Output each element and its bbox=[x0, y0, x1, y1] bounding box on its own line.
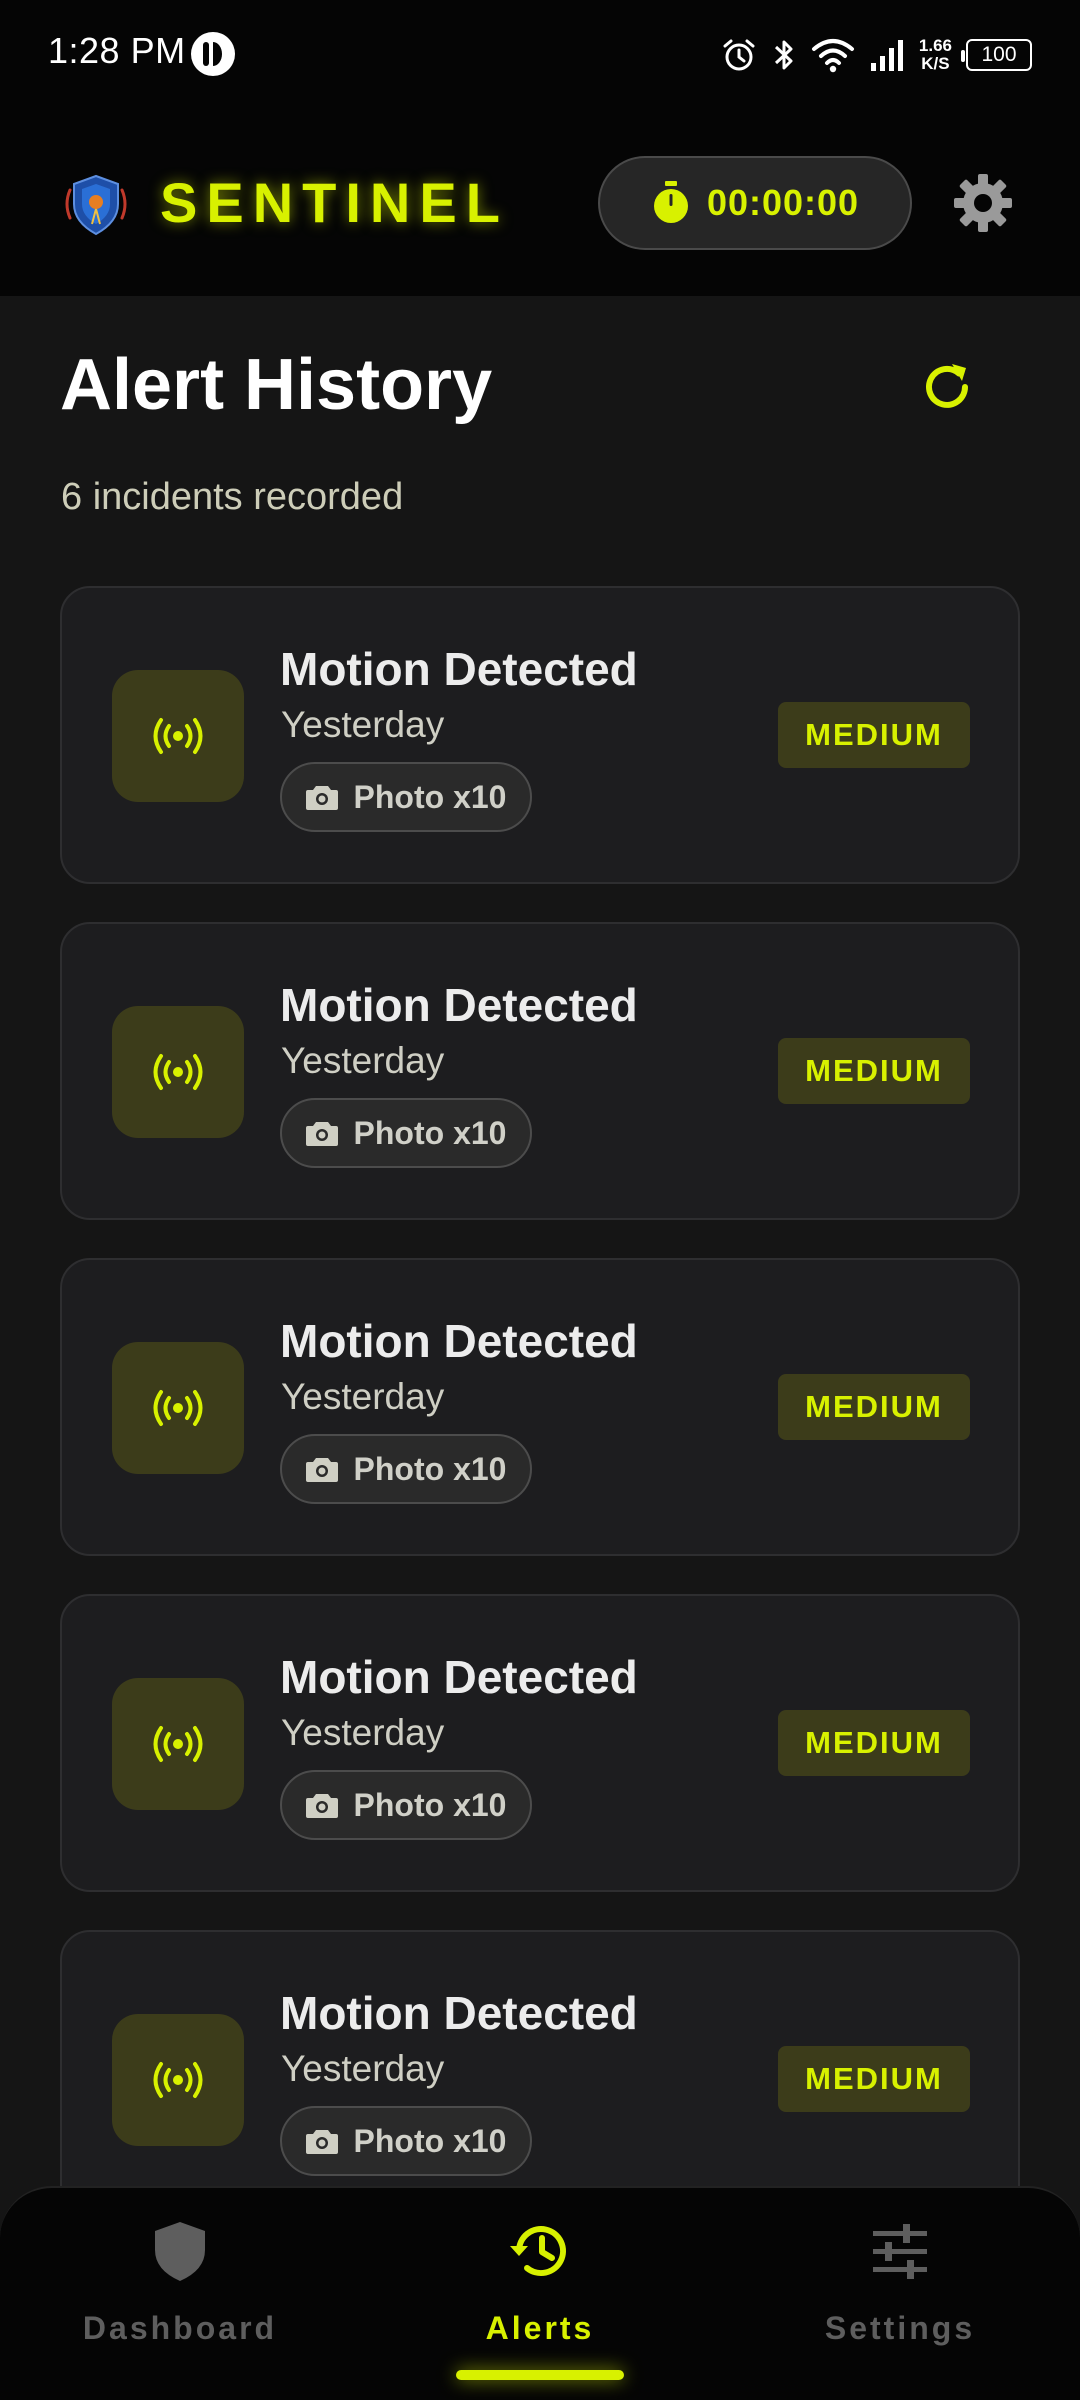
alert-history-screen: Alert History 6 incidents recorded Motio… bbox=[0, 296, 1080, 2400]
nav-item-settings[interactable]: Settings bbox=[750, 2218, 1050, 2368]
alarm-icon bbox=[723, 39, 755, 71]
alert-icon-box bbox=[112, 1678, 244, 1810]
alert-title: Motion Detected bbox=[280, 1651, 638, 1703]
photo-attachment-chip[interactable]: Photo x10 bbox=[280, 2106, 532, 2176]
battery-icon: 100 bbox=[961, 39, 1032, 71]
sliders-icon bbox=[873, 2224, 927, 2279]
nav-item-alerts[interactable]: Alerts bbox=[390, 2218, 690, 2368]
stopwatch-icon bbox=[653, 181, 688, 223]
photo-attachment-chip[interactable]: Photo x10 bbox=[280, 762, 532, 832]
severity-badge: MEDIUM bbox=[778, 1710, 970, 1776]
alert-time: Yesterday bbox=[281, 1376, 445, 1417]
photo-chip-label: Photo x10 bbox=[353, 1114, 507, 1151]
camera-icon bbox=[305, 786, 338, 810]
shield-icon bbox=[155, 2222, 205, 2281]
motion-sensor-icon bbox=[153, 1390, 203, 1426]
camera-icon bbox=[305, 1794, 338, 1818]
alert-title: Motion Detected bbox=[280, 643, 638, 695]
history-icon bbox=[510, 2226, 566, 2277]
severity-badge: MEDIUM bbox=[778, 1038, 970, 1104]
nav-label: Alerts bbox=[485, 2310, 595, 2346]
camera-icon bbox=[305, 1122, 338, 1146]
status-time: 1:28 PM bbox=[48, 30, 186, 71]
photo-chip-label: Photo x10 bbox=[353, 1450, 507, 1487]
motion-sensor-icon bbox=[153, 1054, 203, 1090]
incident-count: 6 incidents recorded bbox=[61, 476, 404, 518]
photo-chip-label: Photo x10 bbox=[353, 1786, 507, 1823]
severity-badge: MEDIUM bbox=[778, 1374, 970, 1440]
signal-icon bbox=[870, 40, 903, 71]
alert-title: Motion Detected bbox=[280, 979, 638, 1031]
camera-icon bbox=[305, 1458, 338, 1482]
network-speed: 1.66 K/S bbox=[919, 37, 952, 73]
page-title: Alert History bbox=[60, 345, 493, 425]
motion-sensor-icon bbox=[153, 2062, 203, 2098]
net-speed-unit: K/S bbox=[921, 54, 950, 73]
active-tab-indicator bbox=[456, 2370, 624, 2380]
alert-time: Yesterday bbox=[281, 704, 445, 745]
nav-item-dashboard[interactable]: Dashboard bbox=[30, 2218, 330, 2368]
bottom-navigation: Dashboard Alerts Settings bbox=[0, 2186, 1080, 2400]
alert-title: Motion Detected bbox=[280, 1987, 638, 2039]
alert-card[interactable]: Motion Detected Yesterday Photo x10 MEDI… bbox=[60, 922, 1020, 1220]
camera-icon bbox=[305, 2130, 338, 2154]
battery-level: 100 bbox=[981, 43, 1017, 66]
app-header: SENTINEL 00:00:00 bbox=[0, 110, 1080, 296]
nav-label: Settings bbox=[824, 2310, 976, 2346]
alert-card[interactable]: Motion Detected Yesterday Photo x10 MEDI… bbox=[60, 1258, 1020, 1556]
photo-attachment-chip[interactable]: Photo x10 bbox=[280, 1770, 532, 1840]
alert-time: Yesterday bbox=[281, 1040, 445, 1081]
photo-attachment-chip[interactable]: Photo x10 bbox=[280, 1098, 532, 1168]
alert-card[interactable]: Motion Detected Yesterday Photo x10 MEDI… bbox=[60, 586, 1020, 884]
wifi-icon bbox=[811, 39, 854, 73]
bluetooth-icon bbox=[774, 40, 793, 70]
brand-name: SENTINEL bbox=[160, 171, 509, 234]
status-icons: 1.66 K/S 100 bbox=[721, 30, 1032, 80]
alert-icon-box bbox=[112, 670, 244, 802]
alert-icon-box bbox=[112, 1342, 244, 1474]
gear-icon[interactable] bbox=[952, 172, 1014, 234]
photo-chip-label: Photo x10 bbox=[353, 778, 507, 815]
severity-badge: MEDIUM bbox=[778, 702, 970, 768]
alert-icon-box bbox=[112, 1006, 244, 1138]
net-speed-value: 1.66 bbox=[918, 36, 952, 55]
photo-chip-label: Photo x10 bbox=[353, 2122, 507, 2159]
sentinel-logo-icon bbox=[65, 174, 127, 236]
session-timer[interactable]: 00:00:00 bbox=[598, 156, 912, 250]
alert-time: Yesterday bbox=[281, 1712, 445, 1753]
refresh-icon[interactable] bbox=[916, 356, 978, 418]
alert-card[interactable]: Motion Detected Yesterday Photo x10 MEDI… bbox=[60, 1594, 1020, 1892]
app-notification-icon bbox=[191, 32, 235, 76]
photo-attachment-chip[interactable]: Photo x10 bbox=[280, 1434, 532, 1504]
timer-text: 00:00:00 bbox=[706, 182, 860, 223]
status-bar: 1:28 PM 1.66 K/S 100 bbox=[0, 0, 1080, 110]
severity-badge: MEDIUM bbox=[778, 2046, 970, 2112]
nav-label: Dashboard bbox=[82, 2310, 278, 2346]
alert-card[interactable]: Motion Detected Yesterday Photo x10 MEDI… bbox=[60, 1930, 1020, 2228]
motion-sensor-icon bbox=[153, 718, 203, 754]
alert-title: Motion Detected bbox=[280, 1315, 638, 1367]
alert-time: Yesterday bbox=[281, 2048, 445, 2089]
motion-sensor-icon bbox=[153, 1726, 203, 1762]
alert-icon-box bbox=[112, 2014, 244, 2146]
